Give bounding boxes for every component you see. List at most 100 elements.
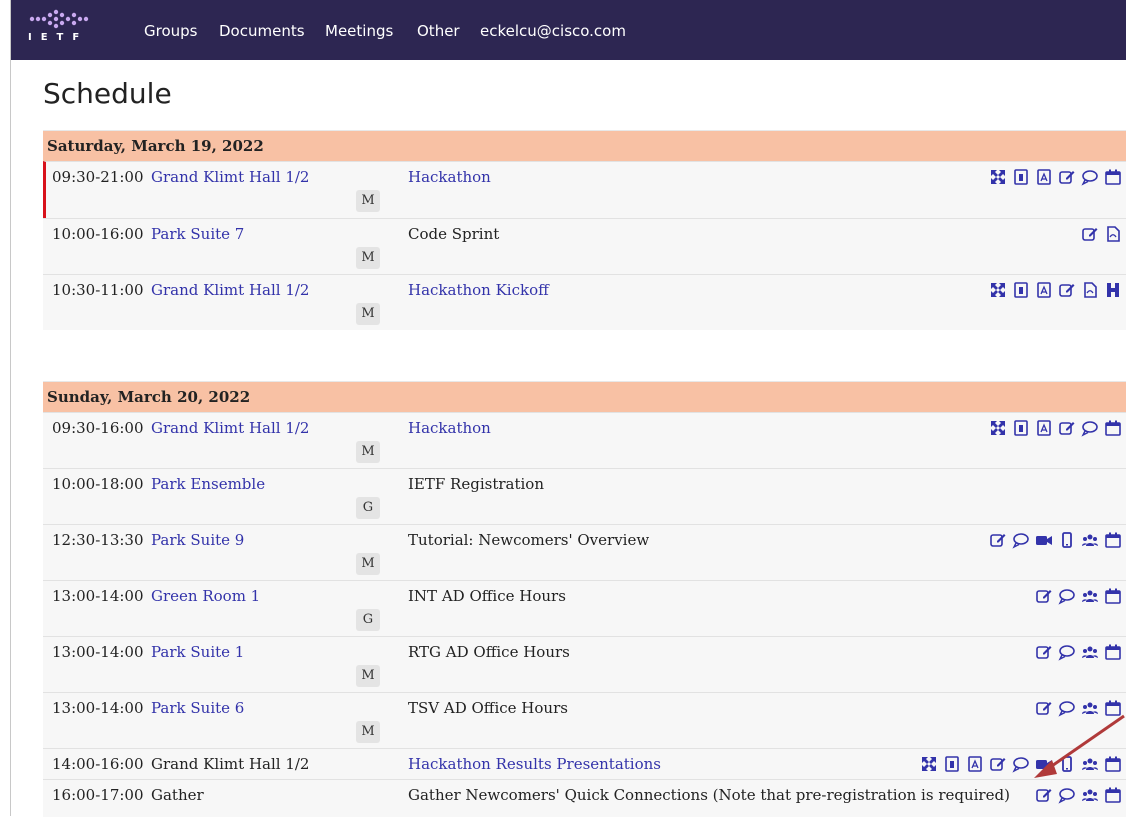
session-type-badge: G	[356, 609, 380, 631]
session-title: INT AD Office Hours	[408, 587, 566, 605]
people-icon[interactable]	[1081, 643, 1099, 661]
session-type-badge: M	[356, 665, 380, 687]
calendar-icon[interactable]	[1104, 419, 1122, 437]
edit-notes-icon[interactable]	[1081, 225, 1099, 243]
nav-documents[interactable]: Documents	[219, 22, 305, 40]
session-time: 13:00-14:00	[52, 699, 144, 717]
session-time: 13:00-14:00	[52, 587, 144, 605]
session-tools	[984, 531, 1122, 549]
materials-icon[interactable]	[1012, 168, 1030, 186]
session-row: 13:00-14:00 Green Room 1 G INT AD Office…	[43, 580, 1126, 636]
session-room-link[interactable]: Park Suite 6	[151, 699, 244, 717]
chat-icon[interactable]	[1081, 168, 1099, 186]
edit-notes-icon[interactable]	[1058, 419, 1076, 437]
session-tools	[1076, 225, 1122, 243]
pdf-icon[interactable]	[966, 755, 984, 773]
video-icon[interactable]	[1035, 531, 1053, 549]
session-title: Gather Newcomers' Quick Connections (Not…	[408, 786, 1010, 804]
nav-other[interactable]: Other	[417, 22, 460, 40]
chat-icon[interactable]	[1081, 419, 1099, 437]
session-title-link[interactable]: Hackathon	[408, 168, 491, 186]
expand-icon[interactable]	[989, 168, 1007, 186]
document-icon[interactable]	[1081, 281, 1099, 299]
session-room-link[interactable]: Green Room 1	[151, 587, 260, 605]
edit-notes-icon[interactable]	[1035, 786, 1053, 804]
session-room-link[interactable]: Park Suite 1	[151, 643, 244, 661]
materials-icon[interactable]	[1012, 281, 1030, 299]
people-icon[interactable]	[1081, 786, 1099, 804]
session-type-badge: M	[356, 247, 380, 269]
edit-notes-icon[interactable]	[989, 755, 1007, 773]
session-title: Tutorial: Newcomers' Overview	[408, 531, 650, 549]
edit-notes-icon[interactable]	[1035, 699, 1053, 717]
expand-icon[interactable]	[989, 281, 1007, 299]
session-row: 13:00-14:00 Park Suite 1 M RTG AD Office…	[43, 636, 1126, 692]
session-row: 12:30-13:30 Park Suite 9 M Tutorial: New…	[43, 524, 1126, 580]
materials-icon[interactable]	[943, 755, 961, 773]
calendar-icon[interactable]	[1104, 531, 1122, 549]
nav-groups[interactable]: Groups	[144, 22, 197, 40]
chat-icon[interactable]	[1058, 699, 1076, 717]
chat-icon[interactable]	[1058, 643, 1076, 661]
mobile-icon[interactable]	[1058, 755, 1076, 773]
pdf-icon[interactable]	[1035, 281, 1053, 299]
session-title-link[interactable]: Hackathon Kickoff	[408, 281, 549, 299]
session-tools	[984, 419, 1122, 437]
session-type-badge: G	[356, 497, 380, 519]
session-room: Gather	[151, 786, 204, 804]
pdf-icon[interactable]	[1035, 419, 1053, 437]
session-room-link[interactable]: Grand Klimt Hall 1/2	[151, 168, 309, 186]
session-room-link[interactable]: Park Ensemble	[151, 475, 265, 493]
day-header: Sunday, March 20, 2022	[43, 381, 1126, 412]
session-tools	[1030, 587, 1122, 605]
people-icon[interactable]	[1081, 755, 1099, 773]
calendar-icon[interactable]	[1104, 699, 1122, 717]
video-icon[interactable]	[1035, 755, 1053, 773]
session-time: 13:00-14:00	[52, 643, 144, 661]
materials-icon[interactable]	[1012, 419, 1030, 437]
nav-meetings[interactable]: Meetings	[325, 22, 393, 40]
chat-icon[interactable]	[1012, 531, 1030, 549]
session-tools	[1030, 643, 1122, 661]
calendar-icon[interactable]	[1104, 587, 1122, 605]
ietf-logo[interactable]: IETF	[28, 8, 98, 48]
calendar-icon[interactable]	[1104, 168, 1122, 186]
calendar-icon[interactable]	[1104, 755, 1122, 773]
session-row: 09:30-21:00 Grand Klimt Hall 1/2 M Hacka…	[43, 161, 1126, 218]
h-icon[interactable]	[1104, 281, 1122, 299]
session-room-link[interactable]: Park Suite 9	[151, 531, 244, 549]
chat-icon[interactable]	[1058, 786, 1076, 804]
session-title: TSV AD Office Hours	[408, 699, 568, 717]
nav-user-account[interactable]: eckelcu@cisco.com	[480, 22, 626, 40]
document-icon[interactable]	[1104, 225, 1122, 243]
edit-notes-icon[interactable]	[1035, 587, 1053, 605]
calendar-icon[interactable]	[1104, 643, 1122, 661]
session-title-link[interactable]: Hackathon	[408, 419, 491, 437]
session-room-link[interactable]: Park Suite 7	[151, 225, 244, 243]
session-time: 16:00-17:00	[52, 786, 144, 804]
logo-text: IETF	[28, 32, 89, 43]
edit-notes-icon[interactable]	[1058, 281, 1076, 299]
session-row: 13:00-14:00 Park Suite 6 M TSV AD Office…	[43, 692, 1126, 748]
edit-notes-icon[interactable]	[989, 531, 1007, 549]
expand-icon[interactable]	[920, 755, 938, 773]
session-room-link[interactable]: Grand Klimt Hall 1/2	[151, 419, 309, 437]
chat-icon[interactable]	[1058, 587, 1076, 605]
session-type-badge: M	[356, 190, 380, 212]
pdf-icon[interactable]	[1035, 168, 1053, 186]
session-tools	[984, 281, 1122, 299]
expand-icon[interactable]	[989, 419, 1007, 437]
mobile-icon[interactable]	[1058, 531, 1076, 549]
edit-notes-icon[interactable]	[1058, 168, 1076, 186]
frame-border	[10, 0, 11, 816]
logo-mark-icon	[29, 9, 89, 29]
session-title-link[interactable]: Hackathon Results Presentations	[408, 755, 661, 773]
session-room-link[interactable]: Grand Klimt Hall 1/2	[151, 281, 309, 299]
edit-notes-icon[interactable]	[1035, 643, 1053, 661]
session-time: 09:30-21:00	[52, 168, 144, 186]
people-icon[interactable]	[1081, 699, 1099, 717]
people-icon[interactable]	[1081, 531, 1099, 549]
chat-icon[interactable]	[1012, 755, 1030, 773]
people-icon[interactable]	[1081, 587, 1099, 605]
calendar-icon[interactable]	[1104, 786, 1122, 804]
